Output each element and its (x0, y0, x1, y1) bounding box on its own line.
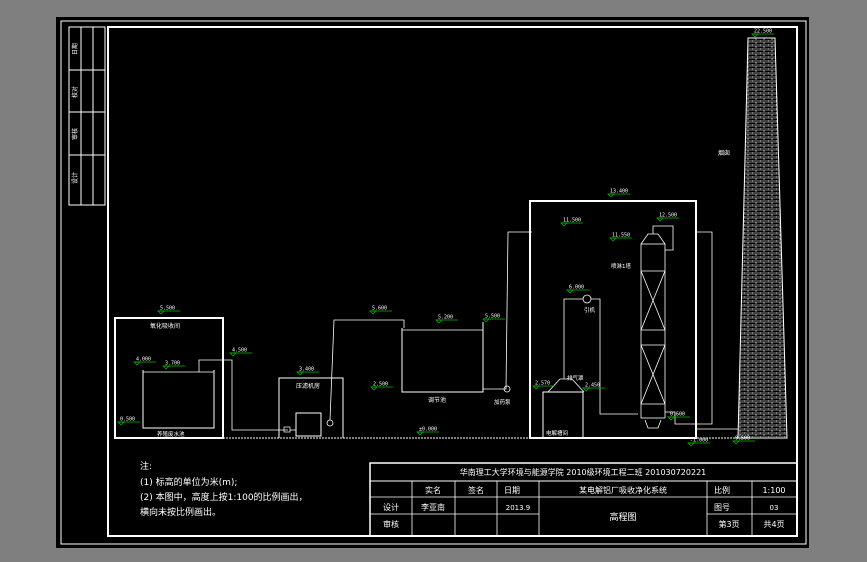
elevation-value: 11.550 (612, 233, 630, 239)
elevation-value: 0.500 (120, 417, 135, 423)
elevation-value: ±0.000 (419, 427, 437, 433)
room-oxidation-label: 氧化吸收间 (150, 322, 180, 330)
notes-line-2: (2) 本图中，高度上按1:100的比例画出， (140, 491, 308, 503)
elevation-value: 2.500 (373, 382, 388, 388)
pump-room-label: 压滤机房 (296, 382, 320, 390)
title-number-value: 03 (770, 504, 779, 512)
title-school: 华南理工大学环境与能源学院 2010级环境工程二班 201030720221 (460, 467, 707, 477)
drawing-sheet: 日期 校对 审核 设计 氧化吸收间 养殖废水池 压滤机房 调节池 加药泵 电解槽… (56, 17, 809, 548)
elevation-value: 5.500 (485, 314, 500, 320)
title-col-name: 实名 (425, 485, 441, 495)
left-strip-label-4: 设计 (71, 172, 79, 184)
elevation-value: 5.500 (160, 306, 175, 312)
pool-wastewater-label: 养殖废水池 (157, 430, 185, 438)
title-col-sign: 签名 (468, 485, 484, 495)
elevation-value: 22.500 (754, 29, 772, 35)
title-col-date: 日期 (504, 486, 520, 495)
notes-line-3: 横向未按比例画出。 (140, 506, 221, 518)
title-scale-label: 比例 (714, 485, 730, 495)
dosing-pump-label: 加药泵 (494, 398, 511, 406)
title-page-label: 第3页 (718, 519, 739, 529)
elevation-value: -1.000 (690, 438, 708, 444)
elevation-value: 3.400 (299, 367, 314, 373)
title-system-name: 某电解铝厂吸收净化系统 (579, 485, 667, 495)
elevation-value: 2.570 (535, 381, 550, 387)
elevation-value: 0.600 (670, 412, 685, 418)
elevation-value: 0.500 (735, 436, 750, 442)
elevation-value: 5.600 (372, 306, 387, 312)
electrolysis-label: 电解槽间 (546, 429, 568, 437)
title-review-label: 审核 (383, 519, 399, 529)
elevation-value: 3.700 (165, 361, 180, 367)
title-scale-value: 1:100 (762, 486, 785, 495)
elevation-value: 11.500 (563, 218, 581, 224)
elevation-value: 4.000 (136, 357, 151, 363)
title-design-label: 设计 (383, 502, 399, 512)
elevation-value: 6.000 (569, 285, 584, 291)
elevation-value: 4.500 (232, 348, 247, 354)
title-total-label: 共4页 (763, 520, 784, 529)
elevation-value: 2.450 (585, 383, 600, 389)
elevation-value: 12.500 (659, 213, 677, 219)
settling-tank-label: 调节池 (428, 396, 446, 404)
left-strip-label-2: 校对 (71, 86, 79, 98)
title-drawing-name: 高程图 (609, 511, 636, 523)
elevation-value: 5.200 (438, 315, 453, 321)
exhaust-hood-label: 排气罩 (567, 374, 584, 382)
chimney-label: 烟囱 (718, 149, 730, 157)
title-designer: 李亚南 (421, 502, 445, 512)
left-strip-label-3: 审核 (71, 128, 79, 140)
title-date: 2013.9 (506, 504, 531, 512)
notes-heading: 注: (140, 460, 152, 472)
left-strip-label-1: 日期 (71, 43, 79, 55)
spray-tower-label: 喷淋1塔 (611, 262, 631, 270)
title-number-label: 图号 (714, 503, 730, 512)
notes-line-1: (1) 标高的单位为米(m); (140, 476, 237, 488)
fan-label: 引机 (584, 306, 596, 314)
elevation-value: 13.400 (610, 189, 628, 195)
